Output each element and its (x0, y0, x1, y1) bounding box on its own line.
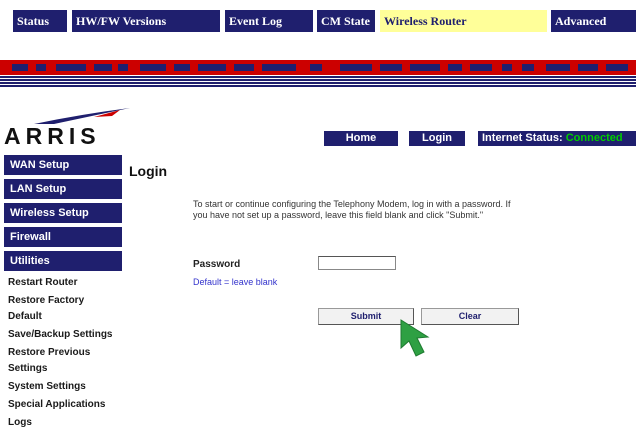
password-hint: Default = leave blank (193, 277, 278, 287)
login-instructions: To start or continue configuring the Tel… (193, 199, 511, 220)
login-button[interactable]: Login (409, 131, 465, 146)
internet-status-value: Connected (565, 132, 623, 144)
top-tab-bar: Status HW/FW Versions Event Log CM State… (0, 10, 636, 32)
internet-status-label: Internet Status: (482, 132, 566, 144)
tab-wireless-router[interactable]: Wireless Router (380, 10, 547, 32)
sidebar-item-wan-setup[interactable]: WAN Setup (4, 155, 122, 175)
sidebar-link-restore-factory-default[interactable]: Restore Factory Default (8, 293, 98, 325)
tab-cm-state[interactable]: CM State (317, 10, 375, 32)
sidebar-link-logs[interactable]: Logs (8, 415, 122, 431)
sidebar-link-restore-previous-settings[interactable]: Restore Previous Settings (8, 345, 98, 377)
arris-logo: ARRIS (4, 106, 136, 149)
sidebar-item-wireless-setup[interactable]: Wireless Setup (4, 203, 122, 223)
page-title: Login (129, 163, 168, 179)
sidebar: WAN Setup LAN Setup Wireless Setup Firew… (4, 155, 122, 433)
tab-hw-fw-versions[interactable]: HW/FW Versions (72, 10, 220, 32)
password-field[interactable] (318, 256, 396, 270)
password-label: Password (193, 259, 241, 270)
home-button[interactable]: Home (324, 131, 398, 146)
sidebar-item-lan-setup[interactable]: LAN Setup (4, 179, 122, 199)
internet-status: Internet Status: Connected (478, 131, 636, 146)
logo-text: ARRIS (4, 123, 101, 149)
sidebar-item-utilities[interactable]: Utilities (4, 251, 122, 271)
pointer-arrow-icon (400, 319, 430, 357)
sidebar-link-save-backup-settings[interactable]: Save/Backup Settings (8, 327, 122, 343)
tab-event-log[interactable]: Event Log (225, 10, 313, 32)
tab-status[interactable]: Status (13, 10, 67, 32)
decorative-line-band (0, 75, 636, 89)
tab-advanced[interactable]: Advanced (551, 10, 636, 32)
sidebar-link-restart-router[interactable]: Restart Router (8, 275, 122, 291)
decorative-red-band (0, 60, 636, 75)
sidebar-link-special-applications[interactable]: Special Applications (8, 397, 122, 413)
sidebar-item-firewall[interactable]: Firewall (4, 227, 122, 247)
sidebar-link-system-settings[interactable]: System Settings (8, 379, 122, 395)
